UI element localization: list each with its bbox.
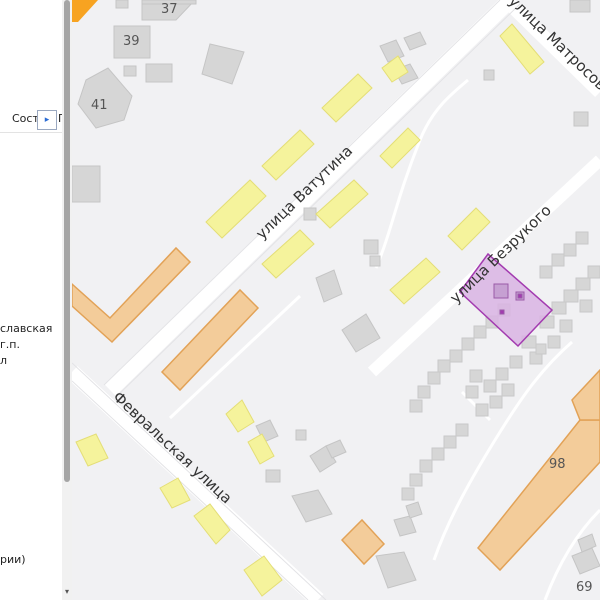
building[interactable] xyxy=(123,65,137,77)
house[interactable] xyxy=(409,473,423,487)
house[interactable] xyxy=(449,349,463,363)
panel-text-line: рии) xyxy=(0,553,26,566)
house[interactable] xyxy=(575,231,589,245)
house[interactable] xyxy=(495,367,509,381)
building[interactable] xyxy=(363,239,379,255)
building[interactable] xyxy=(303,207,317,221)
panel-text-line: л xyxy=(0,354,8,367)
building[interactable] xyxy=(72,165,101,203)
building[interactable] xyxy=(569,0,591,13)
house[interactable] xyxy=(401,487,415,501)
house[interactable] xyxy=(461,337,475,351)
scroll-down-icon[interactable]: ▾ xyxy=(62,586,72,598)
building[interactable] xyxy=(145,63,173,83)
building[interactable] xyxy=(483,69,495,81)
house[interactable] xyxy=(551,253,565,267)
house[interactable] xyxy=(489,395,503,409)
house[interactable] xyxy=(419,459,433,473)
house[interactable] xyxy=(455,423,469,437)
house[interactable] xyxy=(551,301,567,315)
house[interactable] xyxy=(563,289,579,303)
house[interactable] xyxy=(409,399,423,413)
house[interactable] xyxy=(431,447,445,461)
house[interactable] xyxy=(417,385,431,399)
house[interactable] xyxy=(475,403,489,417)
house[interactable] xyxy=(443,435,457,449)
house[interactable] xyxy=(473,325,487,339)
house-number: 41 xyxy=(91,98,108,113)
map-canvas[interactable]: улица Ватутина улица Безрукого Февральск… xyxy=(72,0,600,600)
house[interactable] xyxy=(437,359,451,373)
house[interactable] xyxy=(483,379,497,393)
house[interactable] xyxy=(535,343,547,355)
parcel-building[interactable] xyxy=(493,283,509,299)
house[interactable] xyxy=(509,355,523,369)
house[interactable] xyxy=(465,385,479,399)
panel-text-line: г.п. xyxy=(0,338,20,351)
building[interactable] xyxy=(369,255,381,267)
house[interactable] xyxy=(579,299,593,313)
collapse-panel-button[interactable]: ▸ xyxy=(37,110,57,130)
house[interactable] xyxy=(469,369,483,383)
house-number: 98 xyxy=(549,457,566,472)
house[interactable] xyxy=(559,319,573,333)
panel-scrollbar-thumb[interactable] xyxy=(64,0,70,482)
house[interactable] xyxy=(575,277,591,291)
building[interactable] xyxy=(295,429,307,441)
house-number: 39 xyxy=(123,34,140,49)
house[interactable] xyxy=(587,265,600,279)
parcel-marker[interactable] xyxy=(517,293,523,299)
house[interactable] xyxy=(501,383,515,397)
left-panel: Соста ▸ Г славская г.п. л рии) xyxy=(0,0,62,600)
building[interactable] xyxy=(265,469,281,483)
building[interactable] xyxy=(115,0,129,9)
house-number: 37 xyxy=(161,2,178,17)
panel-divider xyxy=(0,132,62,133)
house[interactable] xyxy=(547,335,561,349)
house-number: 69 xyxy=(576,580,593,595)
house[interactable] xyxy=(539,265,553,279)
parcel-marker[interactable] xyxy=(499,309,505,315)
building[interactable] xyxy=(573,111,589,127)
map-view[interactable]: улица Ватутина улица Безрукого Февральск… xyxy=(72,0,600,600)
house[interactable] xyxy=(427,371,441,385)
triangle-right-icon: ▸ xyxy=(44,114,50,125)
panel-text-line: славская xyxy=(0,322,53,335)
house[interactable] xyxy=(563,243,577,257)
